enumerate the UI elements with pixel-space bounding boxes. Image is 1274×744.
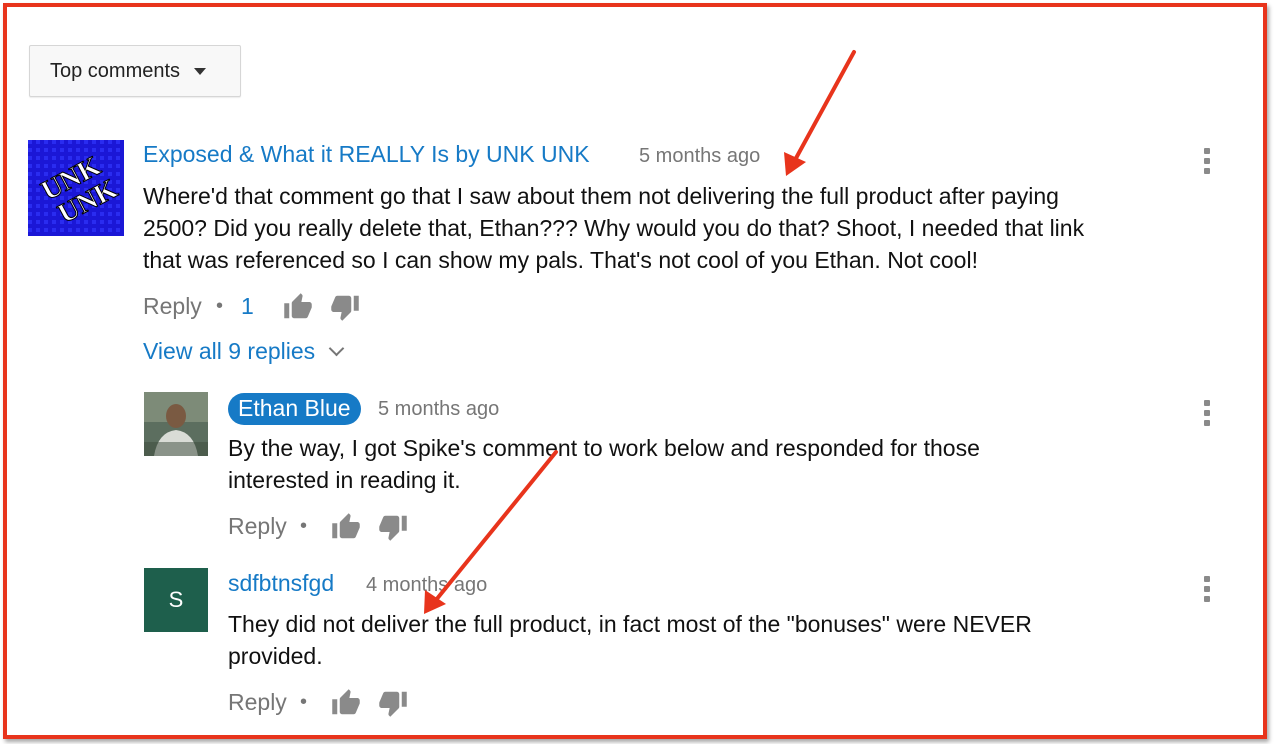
comment-text-line: They did not deliver the full product, i… [228,611,1032,637]
thumbs-up-icon[interactable] [331,688,361,718]
reply-button[interactable]: Reply [228,689,287,716]
comment-author-link[interactable]: Ethan Blue [228,393,361,425]
sort-label: Top comments [50,59,181,82]
more-vert-icon[interactable] [1204,400,1210,430]
comment-text-line: interested in reading it. [228,467,461,493]
comment-timestamp[interactable]: 5 months ago [639,145,760,168]
comment-author-link[interactable]: Exposed & What it REALLY Is by UNK UNK [143,141,590,168]
avatar-letter: S [168,587,184,612]
separator-dot: • [216,295,224,317]
avatar[interactable]: UNK UNK [28,140,124,236]
comment-text: Where'd that comment go that I saw about… [143,180,1203,276]
comment-text-line: By the way, I got Spike's comment to wor… [228,435,980,461]
comment-timestamp[interactable]: 5 months ago [378,398,499,421]
view-replies-label: View all 9 replies [143,338,316,364]
thumbs-down-icon[interactable] [378,688,408,718]
comment-text-line: 2500? Did you really delete that, Ethan?… [143,215,1085,241]
sort-comments-button[interactable]: Top comments [29,45,241,97]
thumbs-up-icon[interactable] [283,292,313,322]
thumbs-up-icon[interactable] [331,512,361,542]
comment-text: By the way, I got Spike's comment to wor… [228,432,1188,496]
chevron-down-icon [328,340,345,357]
more-vert-icon[interactable] [1204,148,1210,178]
separator-dot: • [300,515,308,537]
comment-author-link[interactable]: sdfbtnsfgd [228,570,334,597]
reply-button[interactable]: Reply [228,513,287,540]
reply-button[interactable]: Reply [143,293,202,320]
comment-text-line: Where'd that comment go that I saw about… [143,183,1059,209]
like-count: 1 [241,293,254,319]
thumbs-down-icon[interactable] [378,512,408,542]
avatar[interactable]: S [144,568,208,632]
view-replies-button[interactable]: View all 9 replies [143,338,345,365]
caret-down-icon [194,67,207,75]
separator-dot: • [300,691,308,713]
avatar[interactable] [144,392,208,456]
thumbs-down-icon[interactable] [330,292,360,322]
comment-timestamp[interactable]: 4 months ago [366,574,487,597]
comment-text-line: that was referenced so I can show my pal… [143,247,978,273]
comment-text-line: provided. [228,643,323,669]
more-vert-icon[interactable] [1204,576,1210,606]
comment-text: They did not deliver the full product, i… [228,608,1188,672]
